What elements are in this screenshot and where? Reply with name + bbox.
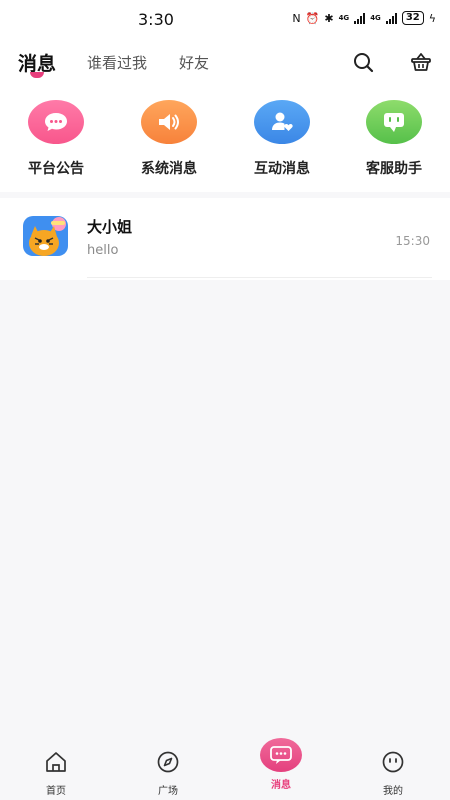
conversation-last-message: hello [87, 243, 119, 258]
conversation-time: 15:30 [395, 234, 430, 248]
charging-icon: ϟ [428, 11, 436, 25]
alarm-icon: ⏰ [305, 11, 320, 25]
conversation-list: 大小姐 hello 15:30 [0, 198, 450, 280]
tab-friends[interactable]: 好友 [179, 52, 209, 73]
status-icons: N ⏰ ✱ 4G 4G 32 ϟ [292, 11, 436, 25]
tabbar-item-plaza[interactable]: 广场 [128, 736, 208, 797]
tabbar-label: 广场 [158, 786, 178, 797]
basket-icon[interactable] [409, 50, 433, 74]
list-divider [87, 277, 432, 278]
tabbar-label: 消息 [271, 780, 291, 791]
compass-icon [157, 751, 179, 773]
list-item[interactable]: 大小姐 hello 15:30 [0, 198, 450, 280]
shortcut-platform-announcement[interactable]: 平台公告 [14, 100, 98, 178]
signal-icon-1 [354, 12, 366, 24]
search-icon[interactable] [351, 50, 375, 74]
status-bar: 3:30 N ⏰ ✱ 4G 4G 32 ϟ [0, 0, 450, 40]
tabbar-item-messages[interactable]: 消息 [241, 736, 321, 791]
tabbar-label: 首页 [46, 786, 66, 797]
shortcut-label: 互动消息 [254, 161, 310, 177]
network-label-1: 4G [338, 13, 350, 22]
header: 消息 谁看过我 好友 [0, 40, 450, 88]
nfc-icon: N [292, 11, 301, 25]
support-chat-icon [366, 100, 422, 144]
shortcut-system-messages[interactable]: 系统消息 [127, 100, 211, 178]
network-label-2: 4G [370, 13, 381, 22]
shortcut-label: 平台公告 [28, 161, 84, 177]
chat-bubble-icon [28, 100, 84, 144]
avatar[interactable] [23, 216, 68, 256]
tabbar-item-me[interactable]: 我的 [353, 736, 433, 797]
shortcut-interaction-messages[interactable]: 互动消息 [240, 100, 324, 178]
speaker-icon [141, 100, 197, 144]
tab-who-viewed-me[interactable]: 谁看过我 [87, 52, 147, 73]
conversation-name: 大小姐 [87, 218, 133, 236]
tabbar-label: 我的 [383, 786, 403, 797]
signal-icon-2 [385, 12, 397, 24]
status-time: 3:30 [138, 10, 174, 29]
message-icon [260, 738, 302, 772]
battery-icon: 32 [401, 11, 424, 25]
bottom-tab-bar: 首页 广场 消息 我的 [0, 736, 450, 800]
face-icon [382, 751, 404, 773]
tabbar-item-home[interactable]: 首页 [16, 736, 96, 797]
shortcut-label: 客服助手 [366, 161, 422, 177]
shortcut-row: 平台公告 系统消息 互动消息 客服助手 [0, 88, 450, 192]
user-heart-icon [254, 100, 310, 144]
home-icon [46, 752, 66, 772]
shortcut-label: 系统消息 [141, 161, 197, 177]
bluetooth-icon: ✱ [324, 11, 334, 25]
shortcut-customer-service[interactable]: 客服助手 [352, 100, 436, 178]
